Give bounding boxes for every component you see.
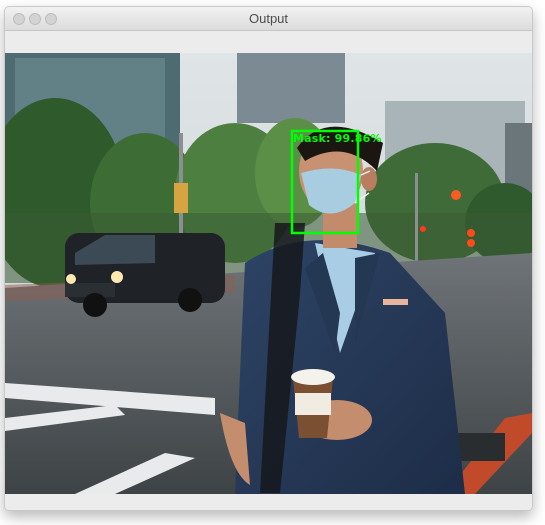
output-window: Output Mask: 99.86%	[4, 6, 533, 511]
street-photo	[5, 53, 532, 494]
title-bar[interactable]: Output	[5, 7, 532, 31]
window-title: Output	[248, 11, 289, 26]
output-image: Mask: 99.86%	[5, 53, 532, 494]
detection-label: Mask: 99.86%	[293, 132, 382, 145]
window-content: Mask: 99.86%	[5, 31, 532, 510]
